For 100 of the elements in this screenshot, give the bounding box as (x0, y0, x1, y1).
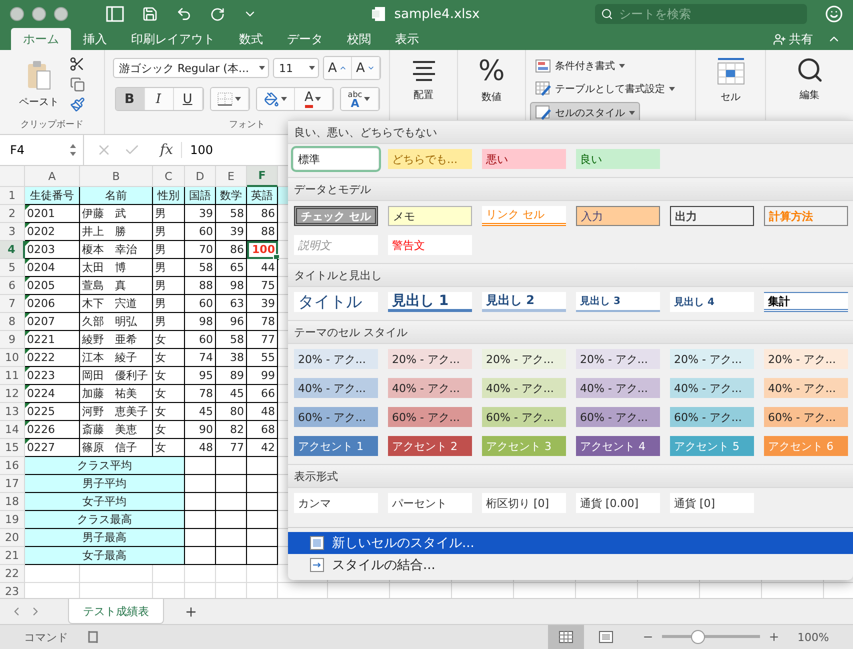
cell-style-option[interactable]: 見出し 1 (388, 292, 472, 312)
ribbon-tab[interactable]: ホーム (11, 28, 71, 50)
cell-style-option[interactable]: アクセント 2 (388, 436, 472, 456)
cell-style-option[interactable]: 40% - アク... (576, 378, 660, 398)
caret-icon[interactable] (309, 66, 315, 70)
name-box[interactable]: F4 (0, 135, 84, 165)
caret-icon[interactable] (280, 97, 286, 101)
spinner-icon[interactable] (69, 143, 77, 157)
new-style-icon[interactable] (310, 536, 324, 550)
caret-icon[interactable] (629, 111, 635, 115)
caret-icon[interactable] (364, 97, 370, 101)
search-field[interactable]: シートを検索 (595, 4, 808, 24)
cell-style-option[interactable]: 60% - アク... (482, 407, 566, 427)
font-name-field[interactable]: 游ゴシック Regular (本... (113, 58, 269, 78)
view-button[interactable] (548, 625, 584, 649)
zoom-in-icon[interactable] (768, 631, 780, 643)
cell-style-option[interactable]: 見出し 4 (670, 292, 754, 312)
row-header[interactable]: 8 (0, 313, 25, 331)
cell-style-option[interactable]: 60% - アク... (576, 407, 660, 427)
window-control[interactable] (54, 7, 68, 21)
cells-label[interactable]: セル (720, 90, 740, 104)
cell-style-option[interactable]: カンマ (294, 493, 378, 513)
cell-style-option[interactable]: 出力 (670, 206, 754, 226)
ribbon-tab[interactable]: 数式 (227, 28, 275, 50)
cells-grid-icon[interactable] (716, 56, 746, 86)
redo-icon[interactable] (210, 6, 225, 22)
cell-style-option[interactable]: 60% - アク... (388, 407, 472, 427)
cell-brush-icon[interactable] (535, 105, 551, 121)
fill-color-icon[interactable] (264, 92, 278, 106)
cell-style-option[interactable]: パーセント (388, 493, 472, 513)
cell-style-option[interactable]: 20% - アク... (388, 349, 472, 369)
copy-icon[interactable] (70, 77, 84, 92)
row-header[interactable]: 19 (0, 511, 25, 529)
cell-style-option[interactable]: 20% - アク... (482, 349, 566, 369)
style-command-button[interactable]: 条件付き書式 (530, 56, 630, 76)
cut-icon[interactable] (69, 56, 85, 72)
row-header[interactable]: 15 (0, 439, 25, 457)
percent-symbol[interactable]: % (478, 56, 505, 86)
caret-icon[interactable] (235, 97, 241, 101)
account-icon[interactable] (825, 5, 844, 23)
table-brush-icon[interactable] (535, 81, 551, 97)
column-header[interactable]: F (247, 166, 278, 187)
ribbon-tab[interactable]: データ (275, 28, 335, 50)
row-header[interactable]: 5 (0, 259, 25, 277)
cell-style-option[interactable]: 40% - アク... (764, 378, 848, 398)
row-header[interactable]: 22 (0, 565, 25, 583)
phonetic-button[interactable]: abc A (340, 88, 378, 110)
row-header[interactable]: 20 (0, 529, 25, 547)
font-style-button[interactable]: B (116, 88, 144, 110)
ribbon-tab[interactable]: 校閲 (335, 28, 383, 50)
cell-style-option[interactable]: アクセント 4 (576, 436, 660, 456)
row-header[interactable]: 7 (0, 295, 25, 313)
cell-style-option[interactable]: 40% - アク... (482, 378, 566, 398)
row-header[interactable]: 23 (0, 583, 25, 598)
cell-style-option[interactable]: 悪い (482, 149, 566, 169)
cell-style-option[interactable]: 標準 (294, 149, 378, 169)
row-header[interactable]: 14 (0, 421, 25, 439)
cell-style-option[interactable]: 40% - アク... (670, 378, 754, 398)
cell-style-option[interactable]: 集計 (764, 292, 848, 312)
slider-thumb[interactable] (690, 630, 705, 644)
cell-style-option[interactable]: どちらでも... (388, 149, 472, 169)
cell-style-option[interactable]: 40% - アク... (388, 378, 472, 398)
borders-icon[interactable] (217, 92, 233, 106)
merge-style-icon[interactable] (310, 558, 324, 572)
cell-style-option[interactable]: 20% - アク... (294, 349, 378, 369)
row-header[interactable]: 10 (0, 349, 25, 367)
row-header[interactable]: 9 (0, 331, 25, 349)
ribbon-tab[interactable]: 表示 (383, 28, 431, 50)
column-header[interactable]: C (153, 166, 185, 187)
font-style-button[interactable]: U (174, 88, 202, 110)
undo-icon[interactable] (176, 6, 192, 22)
column-header[interactable]: E (216, 166, 247, 187)
caret-icon[interactable] (315, 97, 322, 101)
cell-style-option[interactable]: メモ (388, 206, 472, 226)
column-header[interactable]: B (80, 166, 153, 187)
row-header[interactable]: 4 (0, 241, 25, 259)
cell-style-option[interactable]: 良い (576, 149, 660, 169)
grow-font-button[interactable]: A (324, 57, 352, 79)
font-color-button[interactable]: A (294, 88, 332, 110)
sidebar-icon[interactable] (106, 6, 124, 22)
cell-style-option[interactable]: タイトル (294, 292, 378, 312)
macro-icon[interactable] (86, 630, 100, 644)
formula-field[interactable]: 100 (190, 143, 213, 157)
row-header[interactable]: 16 (0, 457, 25, 475)
format-painter-icon[interactable] (70, 97, 84, 112)
row-header[interactable]: 2 (0, 205, 25, 223)
menu-item[interactable]: スタイルの結合... (288, 554, 853, 576)
paste-label[interactable]: ペースト (19, 95, 59, 109)
borders-button[interactable] (210, 88, 248, 110)
cell-style-option[interactable]: 60% - アク... (670, 407, 754, 427)
number-label[interactable]: 数値 (482, 90, 502, 104)
search-icon[interactable] (601, 8, 614, 20)
sheet-tab[interactable]: テスト成績表 (68, 599, 164, 624)
cell-style-option[interactable]: 見出し 3 (576, 292, 660, 312)
fill-color-button[interactable] (256, 88, 294, 110)
cell-style-option[interactable]: 20% - アク... (670, 349, 754, 369)
caret-icon[interactable] (669, 87, 675, 91)
column-header[interactable]: A (25, 166, 80, 187)
cell-style-option[interactable]: アクセント 1 (294, 436, 378, 456)
row-header[interactable]: 13 (0, 403, 25, 421)
